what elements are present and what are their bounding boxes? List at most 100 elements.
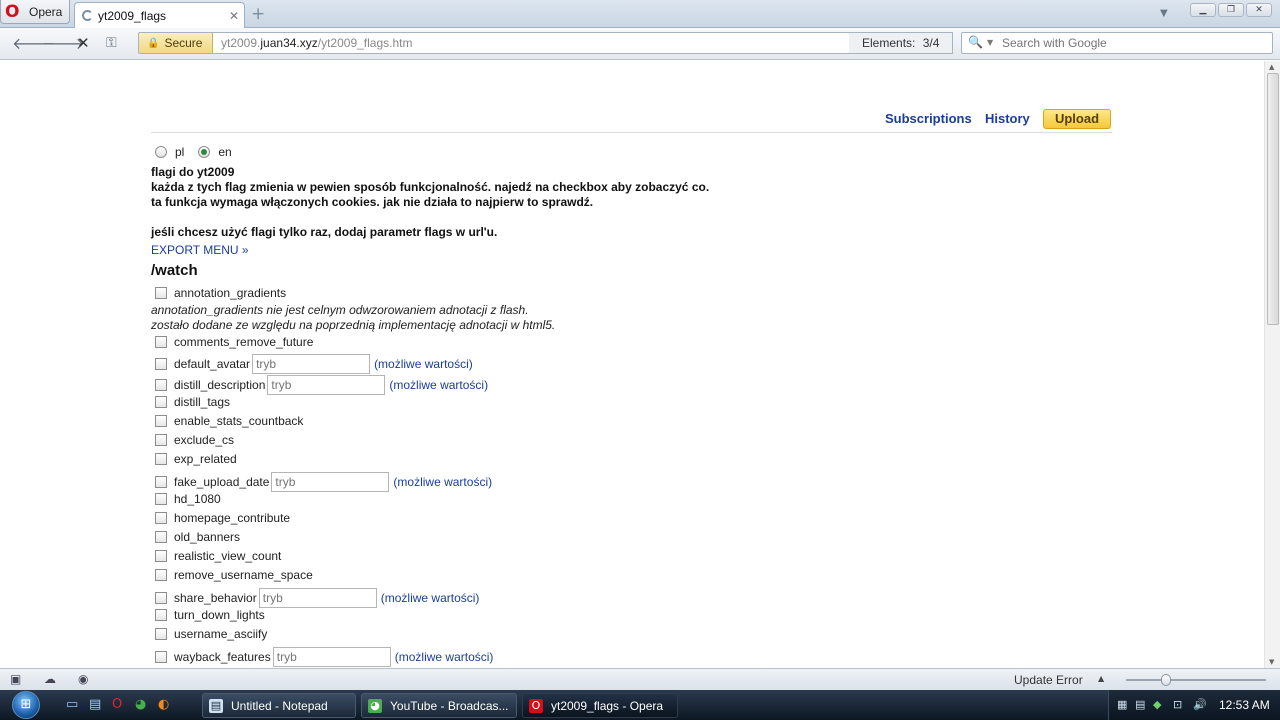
flag-checkbox[interactable] xyxy=(155,379,167,391)
flag-row-old-banners: old_banners xyxy=(155,530,240,544)
flag-name: annotation_gradients xyxy=(174,286,287,300)
language-radio-pl[interactable] xyxy=(155,146,167,158)
flag-row-username-asciify: username_asciify xyxy=(155,627,267,641)
flag-name: username_asciify xyxy=(174,627,268,641)
annotation-gradients-description-2: zostało dodane ze względu na poprzednią … xyxy=(151,318,556,332)
flag-name: hd_1080 xyxy=(174,492,221,506)
flag-row-hd-1080: hd_1080 xyxy=(155,492,221,506)
close-window-icon[interactable]: ✕ xyxy=(1246,3,1272,17)
flag-row-fake-upload-date: fake_upload_date (możliwe wartości) xyxy=(155,472,492,492)
possible-values-link[interactable]: (możliwe wartości) xyxy=(395,650,494,664)
stop-loading-icon[interactable]: ✕ xyxy=(77,34,90,52)
possible-values-link[interactable]: (możliwe wartości) xyxy=(374,357,473,371)
flag-mode-input[interactable] xyxy=(267,375,386,395)
elements-label: Elements: xyxy=(862,36,916,50)
zoom-slider-handle[interactable] xyxy=(1161,674,1171,686)
flag-checkbox[interactable] xyxy=(155,592,167,604)
network-connection-icon[interactable]: ⊡ xyxy=(1173,698,1182,711)
tab-yt2009-flags[interactable]: yt2009_flags ✕ xyxy=(74,2,245,28)
opera-unite-icon[interactable]: ☁ xyxy=(44,672,56,686)
history-link[interactable]: History xyxy=(985,111,1030,126)
show-desktop-icon[interactable]: ▭ xyxy=(66,697,78,712)
flag-name: wayback_features xyxy=(174,650,271,664)
flag-mode-input[interactable] xyxy=(258,588,377,608)
chrome-quicklaunch-icon[interactable]: ◕ xyxy=(135,697,146,712)
flag-row-annotation-gradients: annotation_gradients xyxy=(155,286,286,300)
flag-checkbox[interactable] xyxy=(155,358,167,370)
flag-checkbox[interactable] xyxy=(155,550,167,562)
flag-mode-input[interactable] xyxy=(252,354,371,374)
new-tab-icon[interactable]: + xyxy=(251,4,265,24)
network-icon[interactable]: ▦ xyxy=(1117,698,1127,711)
opera-menu-button[interactable]: O Opera xyxy=(0,0,70,24)
upload-button[interactable]: Upload xyxy=(1043,109,1111,129)
clock[interactable]: 12:53 AM xyxy=(1219,698,1270,712)
flag-checkbox[interactable] xyxy=(155,453,167,465)
printer-icon[interactable]: ▤ xyxy=(1135,698,1145,711)
panel-toggle-icon[interactable]: ▣ xyxy=(10,672,21,686)
opera-quicklaunch-icon[interactable]: O xyxy=(112,697,122,712)
status-expand-icon[interactable]: ▲ xyxy=(1098,674,1104,683)
flag-checkbox[interactable] xyxy=(155,628,167,640)
export-menu-link[interactable]: EXPORT MENU » xyxy=(151,243,249,257)
turbo-icon[interactable]: ◉ xyxy=(78,672,88,686)
possible-values-link[interactable]: (możliwe wartości) xyxy=(393,475,492,489)
flag-checkbox[interactable] xyxy=(155,287,167,299)
taskbar-button-chrome[interactable]: ◕ YouTube - Broadcas... xyxy=(361,693,517,718)
flag-checkbox[interactable] xyxy=(155,651,167,663)
url-text[interactable]: yt2009.juan34.xyz/yt2009_flags.htm xyxy=(221,36,412,50)
flag-checkbox[interactable] xyxy=(155,531,167,543)
possible-values-link[interactable]: (możliwe wartości) xyxy=(389,378,488,392)
flag-mode-input[interactable] xyxy=(272,647,391,667)
security-icon[interactable]: ◆ xyxy=(1153,698,1161,711)
search-box[interactable]: 🔍 ▼ xyxy=(961,32,1273,54)
taskbar-button-opera[interactable]: Oyt2009_flags - Opera xyxy=(522,693,678,718)
firefox-quicklaunch-icon[interactable]: ◐ xyxy=(158,697,169,712)
flag-checkbox[interactable] xyxy=(155,415,167,427)
flag-checkbox[interactable] xyxy=(155,569,167,581)
flag-name: exp_related xyxy=(174,452,237,466)
tab-list-chevron-icon[interactable]: ▼ xyxy=(1160,8,1168,19)
opera-menu-label: Opera xyxy=(29,4,63,19)
flag-checkbox[interactable] xyxy=(155,512,167,524)
browser-status-bar: ▣ ☁ ◉ Update Error ▲ xyxy=(0,668,1280,690)
browser-tab-bar: O Opera yt2009_flags ✕ + ▼ ▁ ❐ ✕ xyxy=(0,0,1280,28)
search-input[interactable] xyxy=(1002,33,1264,53)
possible-values-link[interactable]: (możliwe wartości) xyxy=(381,591,480,605)
opera-icon: O xyxy=(529,698,543,713)
volume-icon[interactable]: 🔊 xyxy=(1193,698,1207,711)
update-status[interactable]: Update Error xyxy=(1014,673,1083,687)
taskbar-button-notepad[interactable]: ▤ Untitled - Notepad xyxy=(202,693,356,718)
opera-logo-icon: O xyxy=(5,1,20,22)
scrollbar-thumb[interactable] xyxy=(1267,73,1279,325)
start-button-windows-icon[interactable]: ⊞ xyxy=(12,691,40,719)
subscriptions-link[interactable]: Subscriptions xyxy=(885,111,972,126)
minimize-window-icon[interactable]: ▁ xyxy=(1190,3,1216,17)
flag-checkbox[interactable] xyxy=(155,434,167,446)
restore-window-icon[interactable]: ❐ xyxy=(1218,3,1244,17)
scroll-up-icon[interactable]: ▲ xyxy=(1269,63,1274,71)
zoom-slider-track[interactable] xyxy=(1126,679,1266,681)
flag-checkbox[interactable] xyxy=(155,396,167,408)
flag-name: comments_remove_future xyxy=(174,335,314,349)
flag-checkbox[interactable] xyxy=(155,609,167,621)
tab-close-icon[interactable]: ✕ xyxy=(229,9,239,23)
key-icon[interactable]: ⚿ xyxy=(106,35,117,51)
switch-windows-icon[interactable]: ▤ xyxy=(89,697,101,712)
flag-name: distill_tags xyxy=(174,395,231,409)
elements-counter[interactable]: Elements: 3/4 xyxy=(849,32,953,54)
flag-checkbox[interactable] xyxy=(155,476,167,488)
secure-badge[interactable]: 🔒 Secure xyxy=(139,33,213,53)
flag-checkbox[interactable] xyxy=(155,336,167,348)
search-engine-dropdown-icon[interactable]: ▼ xyxy=(987,38,993,47)
address-bar[interactable]: 🔒 Secure yt2009.juan34.xyz/yt2009_flags.… xyxy=(138,32,850,54)
flag-row-share-behavior: share_behavior (możliwe wartości) xyxy=(155,588,479,608)
flag-name: remove_username_space xyxy=(174,568,313,582)
flag-mode-input[interactable] xyxy=(271,472,390,492)
language-radio-en[interactable] xyxy=(198,146,211,158)
flag-checkbox[interactable] xyxy=(155,493,167,505)
page-content: Subscriptions History Upload pl en flagi … xyxy=(0,61,1264,668)
scroll-down-icon[interactable]: ▼ xyxy=(1269,658,1274,666)
vertical-scrollbar[interactable]: ▲ ▼ xyxy=(1264,61,1280,668)
taskbar-button-label: yt2009_flags - Opera xyxy=(551,698,664,713)
